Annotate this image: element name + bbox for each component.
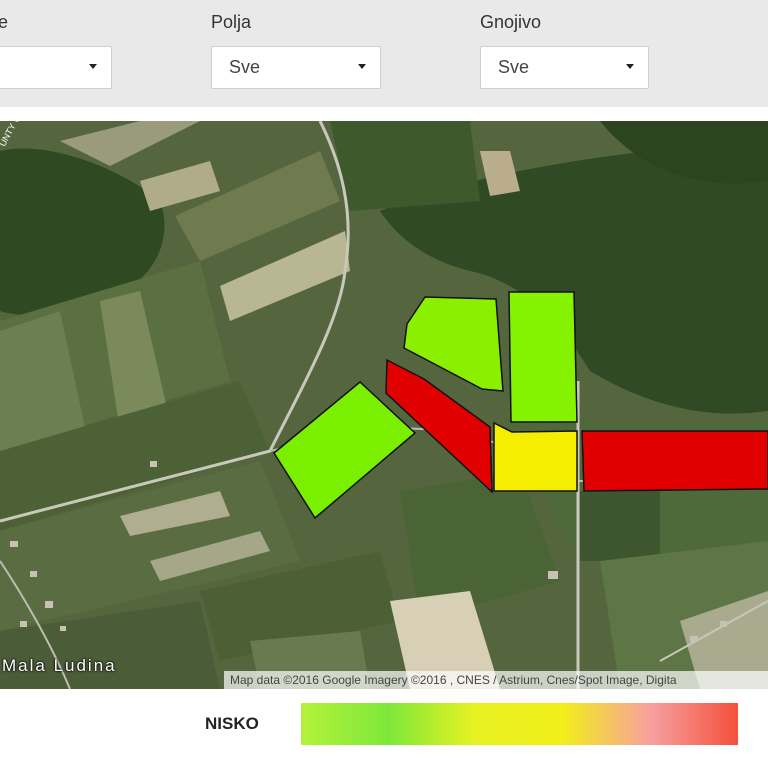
filter-label-fertilizer: Gnojivo [480, 12, 542, 32]
field-polygon-green-right[interactable] [508, 291, 578, 423]
map-attribution[interactable]: Map data ©2016 Google Imagery ©2016 , CN… [224, 671, 768, 689]
fields-filter-select[interactable]: Sve [211, 46, 381, 89]
place-label: Mala Ludina [2, 656, 117, 675]
filter-label-first: e [0, 12, 9, 32]
first-filter-select[interactable] [0, 46, 112, 89]
legend-label: NISKO [205, 714, 259, 733]
fertilizer-filter-select[interactable]: Sve [480, 46, 649, 89]
map-imagery: UNTY WINA COU [0, 121, 768, 689]
field-polygon-yellow[interactable] [493, 421, 578, 492]
filter-bar: e Polja Sve Gnojivo Sve [0, 0, 768, 107]
legend: NISKO [0, 689, 768, 768]
fertilizer-filter-value: Sve [498, 57, 530, 77]
chevron-down-icon [626, 64, 634, 69]
chevron-down-icon [89, 64, 97, 69]
filter-label-fields: Polja [211, 12, 252, 32]
satellite-map[interactable]: UNTY WINA COU Mala Ludina Map data ©2016… [0, 121, 768, 689]
legend-gradient-bar [301, 703, 738, 745]
chevron-down-icon [358, 64, 366, 69]
field-polygon-red-right[interactable] [581, 430, 768, 492]
fields-filter-value: Sve [229, 57, 261, 77]
